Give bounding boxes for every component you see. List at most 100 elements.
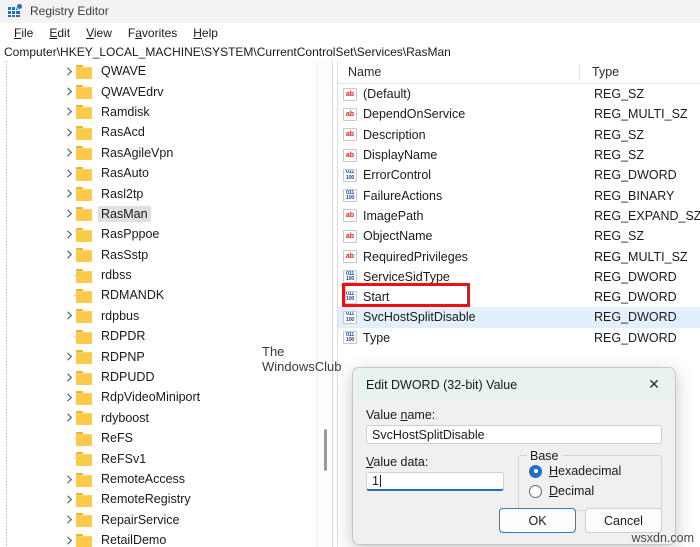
tree-item-raspppoe[interactable]: RasPppoe — [0, 224, 318, 244]
value-type: REG_MULTI_SZ — [594, 249, 688, 264]
watermark-thewindowsclub: The WindowsClub — [262, 344, 342, 374]
value-row[interactable]: ab DisplayName REG_SZ — [338, 145, 700, 165]
menu-view[interactable]: View — [78, 25, 120, 41]
value-row[interactable]: ab ObjectName REG_SZ — [338, 226, 700, 246]
tree-item-label: rdyboost — [101, 410, 149, 425]
value-row[interactable]: ab RequiredPrivileges REG_MULTI_SZ — [338, 246, 700, 266]
value-type: REG_MULTI_SZ — [594, 107, 688, 122]
close-icon[interactable]: ✕ — [633, 368, 675, 401]
tree-item-rasagilevpn[interactable]: RasAgileVpn — [0, 143, 318, 163]
tree-item-label: QWAVEdrv — [101, 84, 164, 99]
chevron-right-icon[interactable] — [62, 148, 76, 157]
address-bar[interactable]: Computer\HKEY_LOCAL_MACHINE\SYSTEM\Curre… — [0, 43, 700, 62]
tree-item-rasman[interactable]: RasMan — [0, 204, 318, 224]
value-type: REG_SZ — [594, 87, 645, 102]
value-rows: ab (Default) REG_SZ ab DependOnService REG_MU… — [338, 84, 700, 348]
value-type: REG_SZ — [594, 127, 645, 142]
value-row[interactable]: 011 100 ServiceSidType REG_DWORD — [338, 267, 700, 287]
tree-item-rasl2tp[interactable]: Rasl2tp — [0, 183, 318, 203]
tree-item-qwavedrv[interactable]: QWAVEdrv — [0, 81, 318, 101]
menu-edit[interactable]: Edit — [41, 25, 78, 41]
tree-item-label: RDMANDK — [101, 288, 165, 303]
column-header-name[interactable]: Name — [338, 65, 579, 79]
value-row[interactable]: ab ImagePath REG_EXPAND_SZ — [338, 206, 700, 226]
chevron-right-icon[interactable] — [62, 107, 76, 117]
chevron-right-icon[interactable] — [62, 495, 76, 504]
chevron-right-icon[interactable] — [62, 189, 76, 198]
tree-scrollbar-thumb[interactable] — [324, 429, 327, 471]
folder-icon — [76, 329, 92, 344]
tree-item-label: ReFS — [101, 431, 133, 446]
tree-item-rdbss[interactable]: rdbss — [0, 265, 318, 285]
value-row[interactable]: 011 100 Start REG_DWORD — [338, 287, 700, 307]
registry-editor-icon — [8, 3, 23, 18]
tree-item-rassstp[interactable]: RasSstp — [0, 245, 318, 265]
edit-dword-dialog: Edit DWORD (32-bit) Value ✕ Value name: … — [352, 367, 676, 545]
tree-item-rdmandk[interactable]: RDMANDK — [0, 285, 318, 305]
chevron-right-icon[interactable] — [62, 250, 76, 259]
dialog-button-row: OK Cancel — [499, 508, 662, 533]
value-name: ErrorControl — [363, 168, 432, 183]
chevron-right-icon[interactable] — [62, 67, 76, 76]
radio-decimal[interactable]: Decimal — [529, 484, 661, 498]
value-type: REG_DWORD — [594, 310, 677, 325]
tree-item-remoteregistry[interactable]: RemoteRegistry — [0, 489, 318, 509]
ok-button[interactable]: OK — [499, 508, 576, 533]
chevron-right-icon[interactable] — [62, 128, 76, 137]
folder-icon — [76, 105, 92, 120]
chevron-right-icon[interactable] — [62, 515, 76, 524]
tree-item-rdpvideominiport[interactable]: RdpVideoMiniport — [0, 387, 318, 407]
cancel-button[interactable]: Cancel — [585, 508, 662, 533]
chevron-right-icon[interactable] — [62, 413, 76, 422]
folder-icon — [76, 492, 92, 507]
tree-item-retaildemo[interactable]: RetailDemo — [0, 530, 318, 547]
binary-value-icon: 011 100 — [343, 310, 357, 324]
value-row[interactable]: 011 100 FailureActions REG_BINARY — [338, 185, 700, 205]
value-row[interactable]: ab Description REG_SZ — [338, 125, 700, 145]
value-row[interactable]: 011 100 ErrorControl REG_DWORD — [338, 165, 700, 185]
chevron-right-icon[interactable] — [62, 209, 76, 219]
folder-icon — [76, 533, 92, 547]
tree-item-ramdisk[interactable]: Ramdisk — [0, 102, 318, 122]
tree-item-qwave[interactable]: QWAVE — [0, 61, 318, 81]
value-row[interactable]: ab (Default) REG_SZ — [338, 84, 700, 104]
tree-item-label: RasSstp — [101, 247, 149, 262]
chevron-right-icon[interactable] — [62, 474, 76, 484]
value-data-text: 1 — [372, 474, 379, 488]
chevron-right-icon[interactable] — [62, 169, 76, 178]
tree-item-rdyboost[interactable]: rdyboost — [0, 408, 318, 428]
value-name-input[interactable]: SvcHostSplitDisable — [366, 425, 662, 444]
chevron-right-icon[interactable] — [62, 536, 76, 545]
chevron-right-icon[interactable] — [62, 230, 76, 239]
value-name: DisplayName — [363, 148, 438, 163]
value-row[interactable]: 011 100 Type REG_DWORD — [338, 328, 700, 348]
tree-item-rasacd[interactable]: RasAcd — [0, 122, 318, 142]
menu-file[interactable]: File — [6, 25, 41, 41]
tree-item-label: Ramdisk — [101, 104, 150, 119]
registry-key-tree: QWAVE QWAVEdrv Ramdisk RasAcd RasAgileVpn Ras… — [0, 61, 332, 547]
tree-item-refs[interactable]: ReFS — [0, 428, 318, 448]
radio-hexadecimal[interactable]: Hexadecimal — [529, 464, 661, 478]
tree-item-rasauto[interactable]: RasAuto — [0, 163, 318, 183]
chevron-right-icon[interactable] — [62, 87, 76, 96]
radio-hexadecimal-indicator[interactable] — [529, 464, 542, 478]
column-header-type[interactable]: Type — [579, 65, 700, 79]
tree-item-rdpbus[interactable]: rdpbus — [0, 306, 318, 326]
chevron-right-icon[interactable] — [62, 393, 76, 402]
tree-item-label: RasAcd — [101, 125, 145, 140]
watermark-wsxdn: wsxdn.com — [631, 531, 694, 545]
value-row[interactable]: ab DependOnService REG_MULTI_SZ — [338, 104, 700, 124]
radio-decimal-indicator[interactable] — [529, 484, 542, 498]
tree-item-remoteaccess[interactable]: RemoteAccess — [0, 469, 318, 489]
chevron-right-icon[interactable] — [62, 372, 76, 382]
value-data-input[interactable]: 1 — [366, 472, 504, 491]
chevron-right-icon[interactable] — [62, 311, 76, 320]
chevron-right-icon[interactable] — [62, 352, 76, 361]
value-row[interactable]: 011 100 SvcHostSplitDisable REG_DWORD — [338, 307, 700, 328]
tree-item-refsv1[interactable]: ReFSv1 — [0, 448, 318, 468]
menu-favorites[interactable]: Favorites — [120, 25, 185, 41]
tree-item-repairservice[interactable]: RepairService — [0, 510, 318, 530]
tree-scrollbar[interactable] — [317, 61, 332, 547]
folder-icon — [76, 350, 92, 365]
menu-help[interactable]: Help — [185, 25, 226, 41]
